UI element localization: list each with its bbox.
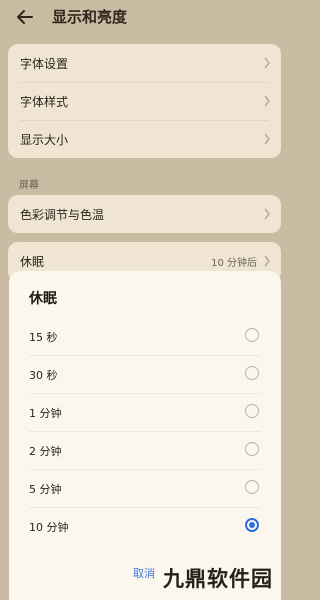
row-label: 显示大小 [20,133,69,147]
option-1min[interactable]: 1 分钟 [9,393,281,431]
row-label: 休眠 [20,255,45,269]
chevron-right-icon [264,133,270,145]
radio-button[interactable] [245,404,259,418]
row-label: 色彩调节与色温 [20,208,105,222]
page-title: 显示和亮度 [52,8,128,26]
option-2min[interactable]: 2 分钟 [9,431,281,469]
chevron-right-icon [264,208,270,220]
option-30s[interactable]: 30 秒 [9,355,281,393]
row-font-settings[interactable]: 字体设置 [8,44,281,82]
row-label: 字体样式 [20,95,69,109]
option-15s[interactable]: 15 秒 [9,317,281,355]
option-label: 5 分钟 [29,483,62,496]
option-label: 15 秒 [29,331,58,344]
chevron-right-icon [264,57,270,69]
dialog-title: 休眠 [29,291,57,307]
row-display-size[interactable]: 显示大小 [8,120,281,158]
option-10min[interactable]: 10 分钟 [9,507,281,545]
chevron-right-icon [264,255,270,267]
radio-button[interactable] [245,480,259,494]
radio-button[interactable] [245,442,259,456]
radio-button[interactable] [245,366,259,380]
sleep-dialog: 休眠 15 秒 30 秒 1 分钟 2 分钟 5 分钟 10 分钟 取消 [9,271,281,600]
section-header-screen: 屏幕 [19,180,39,191]
option-5min[interactable]: 5 分钟 [9,469,281,507]
watermark-logo: 九鼎软件园 [163,567,273,591]
arrow-left-icon[interactable] [14,6,36,28]
radio-button-selected[interactable] [245,518,259,532]
row-font-style[interactable]: 字体样式 [8,82,281,120]
chevron-right-icon [264,95,270,107]
cancel-button[interactable]: 取消 [133,565,155,581]
row-color-temperature[interactable]: 色彩调节与色温 [8,195,281,233]
radio-button[interactable] [245,328,259,342]
option-label: 10 分钟 [29,521,69,534]
screen-card: 色彩调节与色温 [8,195,281,233]
sleep-value: 10 分钟后 [211,258,257,269]
app-bar: 显示和亮度 [0,0,290,34]
option-label: 30 秒 [29,369,58,382]
font-settings-card: 字体设置 字体样式 显示大小 [8,44,281,158]
option-label: 2 分钟 [29,445,62,458]
row-label: 字体设置 [20,57,69,71]
option-label: 1 分钟 [29,407,62,420]
